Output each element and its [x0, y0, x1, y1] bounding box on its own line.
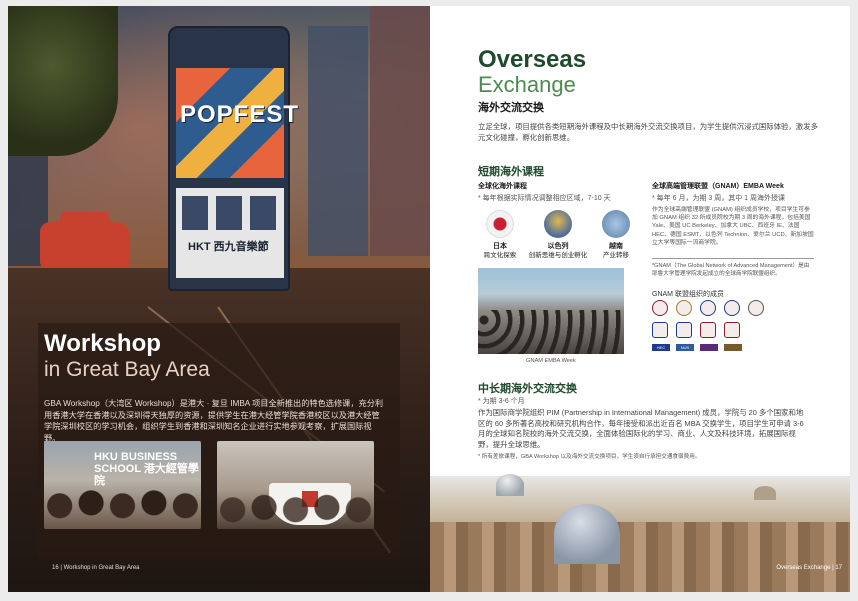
school-crest-icon	[724, 300, 740, 316]
mid-body: 作为国际商学院组织 PIM (Partnership in Internatio…	[478, 408, 804, 449]
taxi-roof	[60, 212, 110, 226]
overseas-intro: 立足全球，项目提供各类短期海外课程及中长期海外交流交换项目，为学生提供沉浸式国际…	[478, 122, 818, 142]
left-footer: 16 | Workshop in Great Bay Area	[52, 565, 140, 571]
overseas-title-cn: 海外交流交换	[478, 102, 544, 114]
taxi	[40, 212, 130, 268]
hec-logo: HEC	[652, 344, 670, 351]
silver-dome	[554, 504, 620, 564]
overseas-title: Overseas	[478, 46, 587, 73]
member-logos: HEC NUS	[652, 300, 812, 358]
global-course-title: 全球化海外课程	[478, 183, 527, 190]
global-course-note: * 每年根据实际情况调整相应区域，7-10 天	[478, 195, 611, 202]
school-crest-icon	[676, 322, 692, 338]
coffee-cup-group-photo	[217, 441, 374, 529]
brochure-spread: POPFEST HKT 西九音樂節 Workshop in Great Bay …	[0, 0, 858, 601]
exchange-subtitle: Exchange	[478, 72, 576, 97]
destination-vietnam: 越南 产业转移	[603, 243, 629, 259]
group-heads	[44, 471, 201, 529]
tram-window	[250, 196, 276, 230]
group-heads	[217, 481, 374, 529]
school-crest-icon	[700, 300, 716, 316]
mid-duration: * 为期 3-6 个月	[478, 398, 525, 405]
destination-israel: 以色列 创新思维与创业孵化	[528, 243, 588, 259]
gnam-photo-caption: GNAM EMBA Week	[526, 358, 576, 364]
white-dome	[496, 474, 524, 496]
small-dome	[754, 486, 776, 500]
destination-japan: 日本 跨文化探索	[483, 243, 517, 259]
hku-business-school-photo: HKU BUSINESS SCHOOL 港大經管學院	[44, 441, 201, 529]
gnam-members-title: GNAM 联盟组织的成员	[652, 291, 724, 298]
school-crest-icon	[700, 322, 716, 338]
school-crest-icon	[652, 300, 668, 316]
gnam-footnote: *GNAM（The Global Network of Advanced Man…	[652, 263, 810, 277]
gnam-note: * 每年 6 月，为期 3 周，其中 1 周海外授课	[652, 195, 786, 202]
tree	[8, 6, 118, 156]
short-term-title: 短期海外课程	[478, 166, 544, 178]
tram-window	[216, 196, 242, 230]
nus-logo: NUS	[676, 344, 694, 351]
workshop-body: GBA Workshop（大湾区 Workshop）是港大 · 复旦 IMBA …	[44, 399, 384, 443]
building	[308, 26, 368, 256]
tram-brand: HKT 西九音樂節	[188, 241, 269, 253]
gnam-group-photo	[478, 268, 624, 354]
gnam-body: 作为全球高端管理联盟 (GNAM) 组织成员学校，项目学生可参加 GNAM 组织…	[652, 207, 814, 246]
vietnam-icon	[602, 210, 630, 238]
school-crest-icon	[724, 322, 740, 338]
israel-dome-icon	[544, 210, 572, 238]
school-logo	[700, 344, 718, 351]
gnam-title: 全球高端管理联盟（GNAM）EMBA Week	[652, 183, 784, 190]
tram-popfest-text: POPFEST	[180, 101, 300, 128]
japan-flag-icon	[486, 210, 514, 238]
school-crest-icon	[676, 300, 692, 316]
workshop-subtitle: in Great Bay Area	[44, 358, 210, 381]
workshop-title: Workshop	[44, 330, 161, 357]
city-roofs	[430, 522, 850, 592]
right-footer: Overseas Exchange | 17	[776, 565, 842, 571]
tram-window	[182, 196, 208, 230]
group-people	[478, 310, 624, 354]
gnam-divider	[652, 258, 814, 259]
school-logo	[724, 344, 742, 351]
school-crest-icon	[748, 300, 764, 316]
building	[370, 6, 430, 256]
destination-row: 日本 跨文化探索 以色列 创新思维与创业孵化 越南 产业转移	[482, 210, 632, 266]
tram: POPFEST HKT 西九音樂節	[168, 26, 300, 291]
mid-long-term-title: 中长期海外交流交换	[478, 383, 577, 395]
mid-note: * 所有差旅课程，GBA Workshop 以及海外交流交换项目，学生须自行承担…	[478, 454, 701, 460]
essec-logo-icon	[652, 322, 668, 338]
